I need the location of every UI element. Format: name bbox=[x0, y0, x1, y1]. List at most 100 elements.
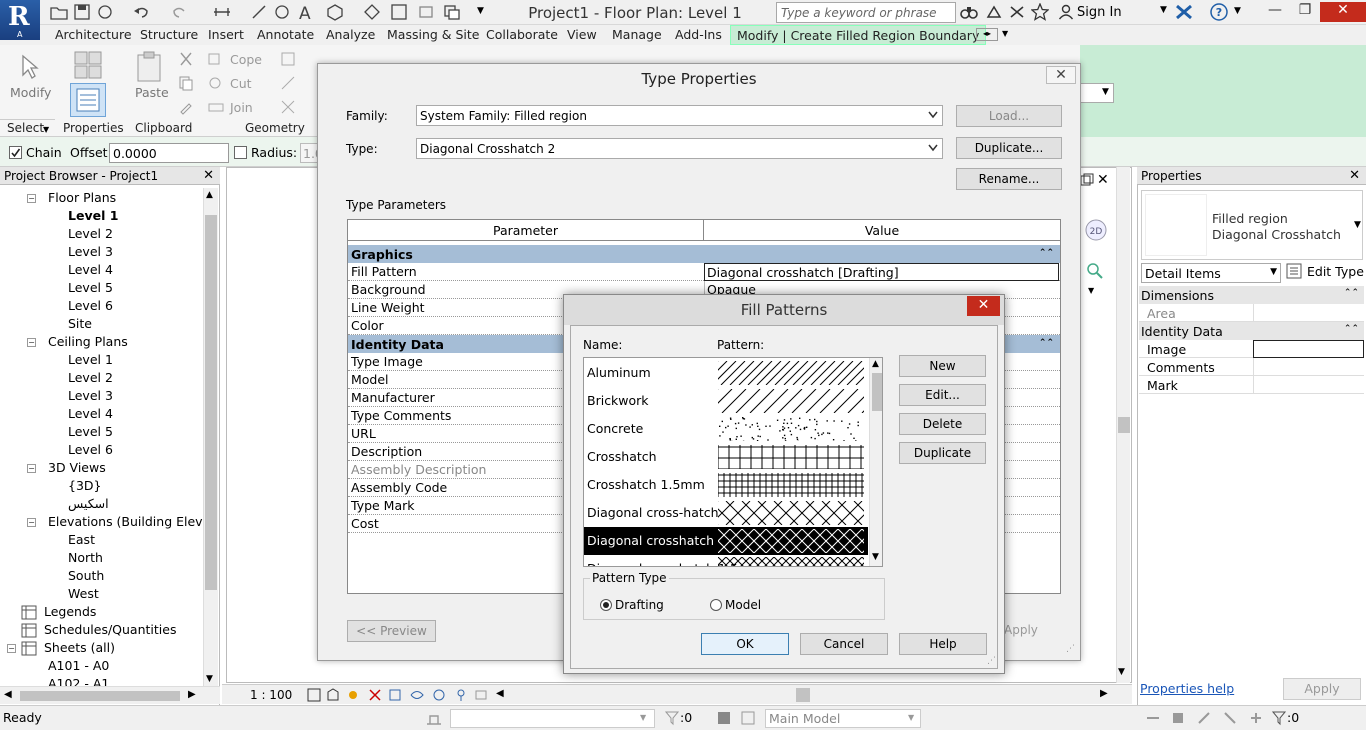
tree-node[interactable]: Level 1 bbox=[68, 208, 118, 223]
save-icon[interactable] bbox=[73, 3, 91, 21]
tree-node[interactable]: Level 4 bbox=[68, 406, 113, 421]
model-radio[interactable] bbox=[710, 599, 722, 611]
load-button[interactable]: Load... bbox=[956, 105, 1062, 127]
tab-modify-create-filled-region[interactable]: Modify | Create Filled Region Boundary bbox=[730, 25, 987, 45]
pinned-select-icon[interactable] bbox=[1196, 710, 1212, 726]
join-icon[interactable] bbox=[208, 100, 224, 114]
ribbon-dropdown-icon[interactable]: ▼ bbox=[1102, 87, 1109, 97]
cope-icon[interactable] bbox=[208, 52, 224, 66]
fill-pattern-list[interactable]: Aluminum Brickwork Concrete Crosshatch Cross… bbox=[583, 357, 883, 567]
properties-apply-button[interactable]: Apply bbox=[1283, 678, 1361, 700]
canvas-vscrollbar[interactable]: ▼ bbox=[1116, 167, 1130, 683]
tab-analyze[interactable]: Analyze bbox=[326, 27, 375, 42]
workset-dropdown-icon[interactable]: ▼ bbox=[640, 713, 646, 722]
ribbon-options-icon[interactable]: ▼ bbox=[1002, 29, 1008, 38]
tree-node[interactable]: South bbox=[68, 568, 104, 583]
face-select-icon[interactable] bbox=[1222, 710, 1238, 726]
shadows-icon[interactable] bbox=[368, 688, 382, 702]
hscroll-thumb[interactable] bbox=[20, 691, 180, 701]
project-browser-close-icon[interactable]: ✕ bbox=[203, 168, 214, 183]
link-select-icon[interactable] bbox=[1145, 710, 1161, 726]
text-icon[interactable]: A bbox=[296, 3, 314, 21]
underlay-select-icon[interactable] bbox=[1170, 710, 1186, 726]
favorites-star-icon[interactable] bbox=[1031, 3, 1049, 21]
reveal-hidden-icon[interactable] bbox=[454, 688, 468, 702]
tree-node[interactable]: Floor Plans bbox=[48, 190, 116, 205]
tree-node[interactable]: A101 - A0 bbox=[48, 658, 109, 673]
show-crop-icon[interactable] bbox=[410, 688, 424, 702]
scroll-up-icon[interactable]: ▲ bbox=[206, 190, 213, 200]
sync-icon[interactable] bbox=[96, 3, 114, 21]
tab-massing-site[interactable]: Massing & Site bbox=[387, 27, 480, 42]
tree-collapse-toggle[interactable]: − bbox=[7, 644, 16, 653]
tree-node[interactable]: اسكيس bbox=[68, 496, 109, 511]
tree-node[interactable]: Level 6 bbox=[68, 298, 113, 313]
tab-architecture[interactable]: Architecture bbox=[55, 27, 132, 42]
tree-node[interactable]: {3D} bbox=[68, 478, 101, 493]
sign-in-button[interactable]: Sign In bbox=[1077, 5, 1122, 20]
collapse-group-icon[interactable]: ⌃⌃ bbox=[1344, 288, 1359, 298]
fill-pattern-item[interactable]: Brickwork bbox=[584, 387, 868, 415]
cut-scissors-icon[interactable] bbox=[178, 51, 194, 67]
ok-button[interactable]: OK bbox=[701, 633, 789, 655]
rename-button[interactable]: Rename... bbox=[956, 168, 1062, 190]
type-selector-dropdown-icon[interactable]: ▼ bbox=[1354, 220, 1361, 230]
type-selector[interactable]: Filled region Diagonal Crosshatch ▼ bbox=[1141, 190, 1363, 260]
fill-patterns-close-button[interactable]: ✕ bbox=[967, 296, 1000, 316]
parameter-value[interactable]: Diagonal crosshatch [Drafting] bbox=[704, 263, 1059, 281]
pattern-list-scrollbar[interactable]: ▲ ▼ bbox=[869, 358, 882, 566]
properties-button[interactable] bbox=[70, 83, 106, 117]
close-window-button[interactable]: ✕ bbox=[1320, 2, 1366, 22]
tree-node[interactable]: Level 2 bbox=[68, 226, 113, 241]
filter-dropdown-icon[interactable]: ▼ bbox=[1270, 267, 1277, 277]
family-dropdown-icon[interactable] bbox=[928, 109, 938, 121]
tab-collaborate[interactable]: Collaborate bbox=[486, 27, 558, 42]
property-row[interactable]: Image bbox=[1139, 340, 1364, 358]
collapse-group-icon[interactable]: ⌃⌃ bbox=[1039, 248, 1054, 258]
scroll-left-icon[interactable]: ◀ bbox=[4, 689, 12, 700]
tree-collapse-toggle[interactable]: − bbox=[27, 518, 36, 527]
property-row[interactable]: Mark bbox=[1139, 376, 1364, 394]
tab-view[interactable]: View bbox=[567, 27, 597, 42]
property-group-header[interactable]: Dimensions ⌃⌃ bbox=[1139, 286, 1364, 304]
restore-button[interactable]: ❐ bbox=[1290, 2, 1320, 22]
worksets-icon[interactable] bbox=[425, 710, 443, 726]
tree-node[interactable]: Level 4 bbox=[68, 262, 113, 277]
tree-node[interactable]: Ceiling Plans bbox=[48, 334, 128, 349]
geometry-tool-icon-3[interactable] bbox=[280, 99, 296, 115]
ribbon-minimize-icon[interactable]: ◂▸ bbox=[976, 28, 998, 41]
3d-view-icon[interactable] bbox=[326, 3, 344, 21]
edit-type-button[interactable]: Edit Type bbox=[1307, 264, 1364, 279]
parameter-row[interactable]: Fill Pattern Diagonal crosshatch [Draftin… bbox=[348, 263, 1060, 281]
property-group-header[interactable]: Identity Data ⌃⌃ bbox=[1139, 322, 1364, 340]
fill-pattern-item[interactable]: Diagonal crosshatch 1.5 bbox=[584, 555, 868, 566]
parameter-group-header[interactable]: Graphics ⌃⌃ bbox=[348, 245, 1060, 263]
radius-checkbox[interactable] bbox=[234, 146, 247, 162]
property-row[interactable]: Comments bbox=[1139, 358, 1364, 376]
crop-view-icon[interactable] bbox=[388, 688, 402, 702]
resize-grip-icon[interactable]: ⋰ bbox=[1066, 644, 1075, 654]
help-icon[interactable]: ? bbox=[1210, 3, 1228, 21]
application-menu-button[interactable]: R A bbox=[0, 0, 40, 40]
pattern-scroll-down-icon[interactable]: ▼ bbox=[872, 552, 879, 562]
type-select[interactable]: Diagonal Crosshatch 2 bbox=[416, 138, 943, 159]
help-search-input[interactable]: Type a keyword or phrase bbox=[776, 2, 956, 23]
scroll-down-icon[interactable]: ▼ bbox=[206, 674, 213, 684]
project-browser-scroll-thumb[interactable] bbox=[205, 215, 217, 590]
tab-manage[interactable]: Manage bbox=[612, 27, 662, 42]
analytical-model-icon[interactable] bbox=[474, 688, 488, 702]
design-options-icon[interactable] bbox=[740, 710, 756, 726]
switch-windows-icon[interactable] bbox=[443, 3, 461, 21]
communication-icon[interactable] bbox=[1008, 4, 1026, 20]
edit-type-icon[interactable] bbox=[1286, 263, 1302, 279]
aligned-dimension-icon[interactable] bbox=[250, 3, 268, 21]
thin-lines-icon[interactable] bbox=[390, 3, 408, 21]
view-cube-2d-icon[interactable]: 2D bbox=[1084, 218, 1108, 242]
drag-select-icon[interactable] bbox=[1248, 710, 1264, 726]
design-option-dropdown-icon[interactable]: ▼ bbox=[908, 713, 914, 722]
sign-in-dropdown-icon[interactable]: ▼ bbox=[1160, 5, 1167, 15]
tab-annotate[interactable]: Annotate bbox=[257, 27, 314, 42]
editing-requests-icon[interactable] bbox=[716, 710, 732, 726]
offset-input[interactable]: 0.0000 bbox=[109, 143, 229, 163]
help-dropdown-icon[interactable]: ▼ bbox=[1234, 6, 1241, 16]
